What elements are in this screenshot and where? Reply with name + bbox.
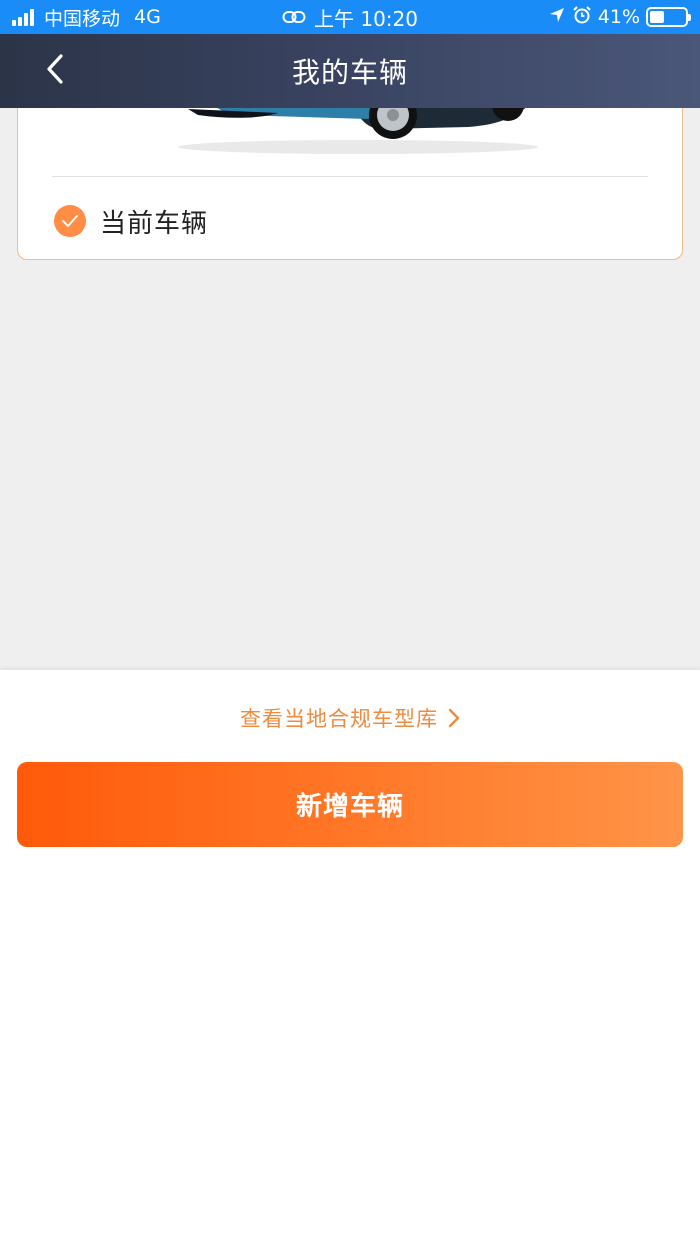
add-vehicle-button[interactable]: 新增车辆 — [17, 762, 683, 847]
check-circle-icon — [54, 205, 86, 237]
status-bar: 中国移动 4G 上午 10:20 41% — [0, 0, 700, 34]
compliance-model-link[interactable]: 查看当地合规车型库 — [0, 700, 700, 736]
vehicle-card[interactable]: 当前车辆 — [17, 88, 683, 260]
battery-icon — [646, 7, 691, 27]
link-icon — [282, 10, 306, 24]
screen: 中国移动 4G 上午 10:20 41% 我的车辆 当前车辆 查看当地合规车型库… — [0, 0, 700, 1244]
current-vehicle-label: 当前车辆 — [100, 208, 209, 239]
compliance-link-label: 查看当地合规车型库 — [240, 707, 438, 731]
vehicle-list: 当前车辆 — [0, 88, 700, 670]
battery-percent: 41% — [597, 6, 640, 28]
location-arrow-icon — [548, 6, 566, 29]
status-right: 41% — [542, 0, 691, 34]
bottom-panel: 查看当地合规车型库 新增车辆 — [0, 670, 700, 1244]
time-label: 上午 10:20 — [314, 6, 418, 31]
battery-fill — [650, 11, 664, 23]
chevron-right-icon — [448, 708, 460, 728]
card-divider — [52, 176, 648, 177]
alarm-icon — [572, 5, 592, 30]
page-title: 我的车辆 — [291, 56, 408, 89]
current-vehicle-row[interactable]: 当前车辆 — [54, 201, 208, 241]
nav-bar: 我的车辆 — [0, 34, 700, 108]
